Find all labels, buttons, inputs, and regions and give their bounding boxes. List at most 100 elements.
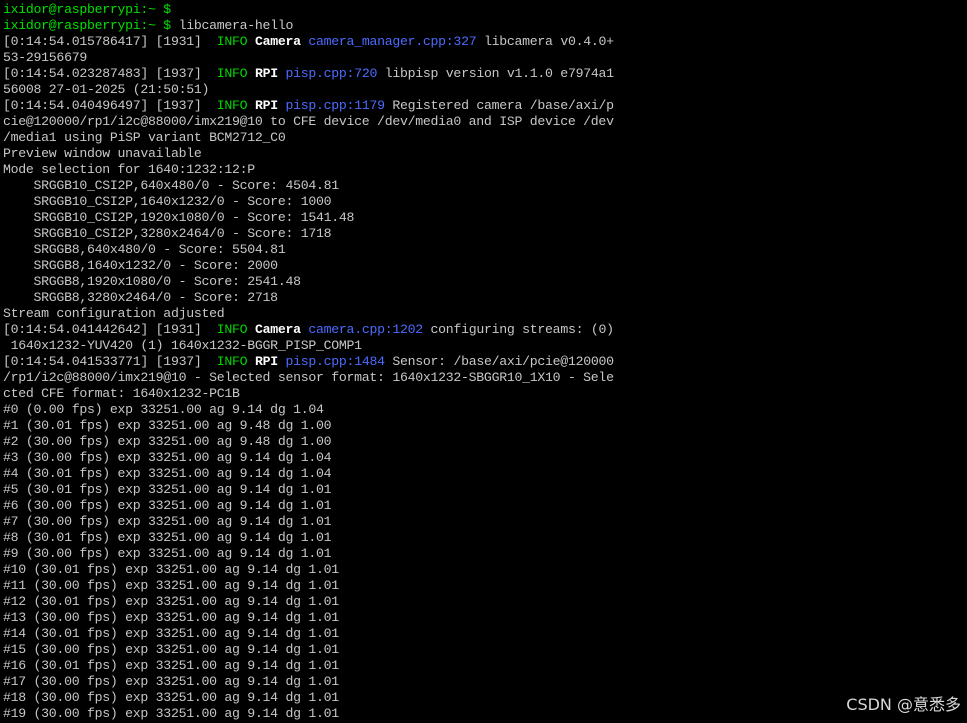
terminal-text: 53-29156679	[3, 50, 87, 65]
terminal-text: #11 (30.00 fps) exp 33251.00 ag 9.14 dg …	[3, 578, 339, 593]
terminal-text: [0:14:54.041442642] [1931]	[3, 322, 217, 337]
terminal-line: #19 (30.00 fps) exp 33251.00 ag 9.14 dg …	[3, 706, 339, 722]
terminal-line: SRGGB8,3280x2464/0 - Score: 2718	[3, 290, 279, 306]
shell-prompt: ixidor@raspberrypi:~ $	[3, 2, 171, 17]
terminal-line: #18 (30.00 fps) exp 33251.00 ag 9.14 dg …	[3, 690, 339, 706]
terminal-line: SRGGB10_CSI2P,640x480/0 - Score: 4504.81	[3, 178, 340, 194]
terminal-text: /rp1/i2c@88000/imx219@10 - Selected sens…	[3, 370, 614, 385]
terminal-line: ixidor@raspberrypi:~ $	[3, 2, 171, 18]
terminal-line: /rp1/i2c@88000/imx219@10 - Selected sens…	[3, 370, 614, 386]
log-component-label: RPI	[254, 354, 278, 369]
terminal-text: cted CFE format: 1640x1232-PC1B	[3, 386, 240, 401]
terminal-line: /media1 using PiSP variant BCM2712_C0	[3, 130, 286, 146]
terminal-text: configuring streams: (0)	[422, 322, 615, 337]
terminal-line: #1 (30.01 fps) exp 33251.00 ag 9.48 dg 1…	[3, 418, 332, 434]
terminal-line: #5 (30.01 fps) exp 33251.00 ag 9.14 dg 1…	[3, 482, 332, 498]
shell-prompt: ixidor@raspberrypi:~ $	[3, 18, 171, 33]
watermark: CSDN @意悉多	[846, 695, 961, 714]
terminal-text: #5 (30.01 fps) exp 33251.00 ag 9.14 dg 1…	[3, 482, 332, 497]
terminal-text: SRGGB8,640x480/0 - Score: 5504.81	[3, 242, 286, 257]
terminal-text: Sensor: /base/axi/pcie@120000	[384, 354, 614, 369]
source-location: pisp.cpp:1179	[285, 98, 385, 113]
terminal-text: [0:14:54.015786417] [1931]	[3, 34, 217, 49]
terminal-line: Mode selection for 1640:1232:12:P	[3, 162, 255, 178]
log-level-label: INFO	[216, 354, 248, 369]
terminal-window[interactable]: ixidor@raspberrypi:~ $ ixidor@raspberrypi…	[0, 0, 967, 723]
terminal-text: #12 (30.01 fps) exp 33251.00 ag 9.14 dg …	[3, 594, 339, 609]
source-location: pisp.cpp:1484	[285, 354, 385, 369]
terminal-text: SRGGB10_CSI2P,640x480/0 - Score: 4504.81	[3, 178, 340, 193]
terminal-text: #1 (30.01 fps) exp 33251.00 ag 9.48 dg 1…	[3, 418, 332, 433]
terminal-text: #4 (30.01 fps) exp 33251.00 ag 9.14 dg 1…	[3, 466, 332, 481]
terminal-line: #8 (30.01 fps) exp 33251.00 ag 9.14 dg 1…	[3, 530, 332, 546]
terminal-line: #6 (30.00 fps) exp 33251.00 ag 9.14 dg 1…	[3, 498, 332, 514]
log-level-label: INFO	[216, 98, 248, 113]
terminal-line: #9 (30.00 fps) exp 33251.00 ag 9.14 dg 1…	[3, 546, 332, 562]
terminal-text: #19 (30.00 fps) exp 33251.00 ag 9.14 dg …	[3, 706, 339, 721]
source-location: camera.cpp:1202	[308, 322, 423, 337]
terminal-text: 1640x1232-YUV420 (1) 1640x1232-BGGR_PISP…	[3, 338, 362, 353]
source-location: pisp.cpp:720	[285, 66, 378, 81]
terminal-text: Preview window unavailable	[3, 146, 202, 161]
log-level-label: INFO	[216, 66, 248, 81]
terminal-line: #11 (30.00 fps) exp 33251.00 ag 9.14 dg …	[3, 578, 339, 594]
source-location: camera_manager.cpp:327	[308, 34, 477, 49]
terminal-text: [0:14:54.041533771] [1937]	[3, 354, 217, 369]
terminal-text: #8 (30.01 fps) exp 33251.00 ag 9.14 dg 1…	[3, 530, 332, 545]
terminal-text: [0:14:54.023287483] [1937]	[3, 66, 217, 81]
terminal-line: #13 (30.00 fps) exp 33251.00 ag 9.14 dg …	[3, 610, 339, 626]
terminal-line: #15 (30.00 fps) exp 33251.00 ag 9.14 dg …	[3, 642, 339, 658]
terminal-line: #12 (30.01 fps) exp 33251.00 ag 9.14 dg …	[3, 594, 339, 610]
terminal-text: SRGGB10_CSI2P,1640x1232/0 - Score: 1000	[3, 194, 332, 209]
terminal-text: SRGGB10_CSI2P,1920x1080/0 - Score: 1541.…	[3, 210, 355, 225]
terminal-line: Stream configuration adjusted	[3, 306, 225, 322]
terminal-line: SRGGB10_CSI2P,1920x1080/0 - Score: 1541.…	[3, 210, 355, 226]
terminal-text: #9 (30.00 fps) exp 33251.00 ag 9.14 dg 1…	[3, 546, 332, 561]
terminal-line: #3 (30.00 fps) exp 33251.00 ag 9.14 dg 1…	[3, 450, 332, 466]
terminal-text: #0 (0.00 fps) exp 33251.00 ag 9.14 dg 1.…	[3, 402, 324, 417]
log-component-label: RPI	[254, 98, 278, 113]
terminal-text: libcamera-hello	[170, 18, 294, 33]
terminal-line: [0:14:54.040496497] [1937] INFO RPI pisp…	[3, 98, 614, 114]
terminal-line: Preview window unavailable	[3, 146, 202, 162]
terminal-line: #14 (30.01 fps) exp 33251.00 ag 9.14 dg …	[3, 626, 339, 642]
terminal-line: cted CFE format: 1640x1232-PC1B	[3, 386, 240, 402]
terminal-text: Mode selection for 1640:1232:12:P	[3, 162, 255, 177]
terminal-line: #16 (30.01 fps) exp 33251.00 ag 9.14 dg …	[3, 658, 339, 674]
terminal-text: [0:14:54.040496497] [1937]	[3, 98, 217, 113]
log-level-label: INFO	[216, 322, 248, 337]
terminal-line: SRGGB10_CSI2P,1640x1232/0 - Score: 1000	[3, 194, 332, 210]
terminal-line: SRGGB10_CSI2P,3280x2464/0 - Score: 1718	[3, 226, 332, 242]
log-component-label: Camera	[254, 34, 301, 49]
terminal-line: [0:14:54.023287483] [1937] INFO RPI pisp…	[3, 66, 614, 82]
terminal-text: SRGGB8,1920x1080/0 - Score: 2541.48	[3, 274, 301, 289]
terminal-line: #10 (30.01 fps) exp 33251.00 ag 9.14 dg …	[3, 562, 339, 578]
terminal-text: #15 (30.00 fps) exp 33251.00 ag 9.14 dg …	[3, 642, 339, 657]
terminal-text: #16 (30.01 fps) exp 33251.00 ag 9.14 dg …	[3, 658, 339, 673]
terminal-text: #3 (30.00 fps) exp 33251.00 ag 9.14 dg 1…	[3, 450, 332, 465]
terminal-text: Stream configuration adjusted	[3, 306, 225, 321]
terminal-text: libpisp version v1.1.0 e7974a1	[377, 66, 614, 81]
terminal-line: #17 (30.00 fps) exp 33251.00 ag 9.14 dg …	[3, 674, 339, 690]
terminal-line: #4 (30.01 fps) exp 33251.00 ag 9.14 dg 1…	[3, 466, 332, 482]
terminal-line: SRGGB8,1920x1080/0 - Score: 2541.48	[3, 274, 301, 290]
terminal-text: #6 (30.00 fps) exp 33251.00 ag 9.14 dg 1…	[3, 498, 332, 513]
terminal-text: #13 (30.00 fps) exp 33251.00 ag 9.14 dg …	[3, 610, 339, 625]
terminal-text: cie@120000/rp1/i2c@88000/imx219@10 to CF…	[3, 114, 614, 129]
terminal-text: #7 (30.00 fps) exp 33251.00 ag 9.14 dg 1…	[3, 514, 332, 529]
terminal-text: SRGGB8,1640x1232/0 - Score: 2000	[3, 258, 279, 273]
terminal-text: SRGGB8,3280x2464/0 - Score: 2718	[3, 290, 279, 305]
terminal-text: #18 (30.00 fps) exp 33251.00 ag 9.14 dg …	[3, 690, 339, 705]
terminal-text: SRGGB10_CSI2P,3280x2464/0 - Score: 1718	[3, 226, 332, 241]
terminal-text: #10 (30.01 fps) exp 33251.00 ag 9.14 dg …	[3, 562, 339, 577]
terminal-line: 53-29156679	[3, 50, 87, 66]
terminal-text: /media1 using PiSP variant BCM2712_C0	[3, 130, 286, 145]
terminal-text: #17 (30.00 fps) exp 33251.00 ag 9.14 dg …	[3, 674, 339, 689]
terminal-line: #2 (30.00 fps) exp 33251.00 ag 9.48 dg 1…	[3, 434, 332, 450]
terminal-line: [0:14:54.041533771] [1937] INFO RPI pisp…	[3, 354, 614, 370]
